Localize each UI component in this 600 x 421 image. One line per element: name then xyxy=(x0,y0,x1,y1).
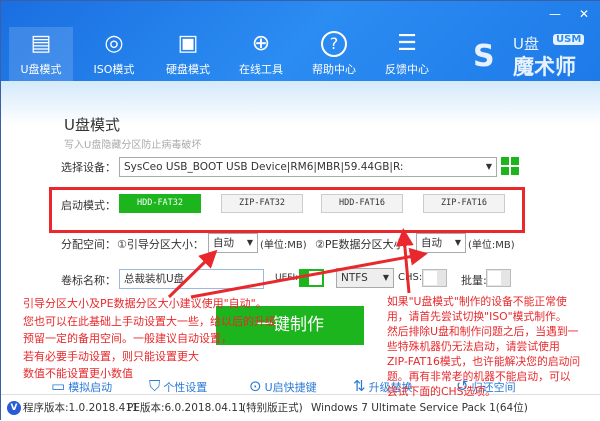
filesystem-select[interactable]: NTFS ▼ xyxy=(336,268,394,288)
note-line: ZIP-FAT16模式，也许能解决您的启动问 xyxy=(387,355,581,368)
help-icon: ? xyxy=(321,31,347,57)
mode-hdd-fat16[interactable]: HDD-FAT16 xyxy=(321,194,403,213)
link-label: U启快捷键 xyxy=(264,381,317,394)
mode-zip-fat16[interactable]: ZIP-FAT16 xyxy=(423,194,505,213)
mode-zip-fat32[interactable]: ZIP-FAT32 xyxy=(221,194,303,213)
chevron-down-icon: ▼ xyxy=(454,238,461,247)
boot-mode-label: 启动模式： xyxy=(61,199,116,212)
chevron-down-icon: ▼ xyxy=(246,238,253,247)
chevron-down-icon: ▼ xyxy=(382,273,389,282)
unit-label: (单位:MB) xyxy=(468,240,515,251)
device-label: 选择设备： xyxy=(61,161,116,174)
note-line: 用，请首先尝试切换"ISO"模式制作。 xyxy=(387,310,567,323)
pe-partition-label: ②PE数据分区大小 xyxy=(315,238,405,251)
hard-disk-icon: ▣ xyxy=(177,31,199,56)
tab-label: 帮助中心 xyxy=(312,63,356,76)
note-line: 尝试下面的CHS选项。 xyxy=(387,385,496,398)
mode-hdd-fat32[interactable]: HDD-FAT32 xyxy=(119,194,201,213)
alloc-label: 分配空间： xyxy=(61,238,116,251)
edition: (特别版正式) xyxy=(242,402,303,414)
chat-icon: ☰ xyxy=(397,31,417,56)
tab-online-tools[interactable]: ⊕ 在线工具 xyxy=(229,27,293,81)
page-title: U盘模式 xyxy=(64,116,120,134)
logo: S U盘 USM 魔术师 xyxy=(473,31,593,79)
tab-u-disk-mode[interactable]: ▤ U盘模式 xyxy=(9,27,73,81)
pe-partition-value: 自动 xyxy=(421,237,442,249)
tab-label: 反馈中心 xyxy=(385,63,429,76)
left-annotation: 引导分区大小及PE数据分区大小建议使用"自动"。 您也可以在此基础上手动设置大一… xyxy=(23,295,293,383)
chs-toggle[interactable] xyxy=(422,269,447,287)
program-version: 程序版本:1.0.2018.411 xyxy=(23,402,139,414)
tab-hard-disk-mode[interactable]: ▣ 硬盘模式 xyxy=(156,27,220,81)
disc-icon: ◎ xyxy=(104,31,124,56)
tab-label: U盘模式 xyxy=(20,63,62,76)
page-subtitle: 写入U盘隐藏分区防止病毒破坏 xyxy=(64,140,202,151)
grid-view-icon[interactable] xyxy=(501,157,519,175)
note-line: 预留一定的备用空间。一般建议自动设置， xyxy=(23,332,232,345)
chevron-down-icon: ▼ xyxy=(485,162,492,171)
tab-iso-mode[interactable]: ◎ ISO模式 xyxy=(82,27,146,81)
device-select[interactable]: SysCeo USB_BOOT USB Device|RM6|MBR|59.44… xyxy=(119,157,497,177)
note-line: 数值不能设置更小数值 xyxy=(23,367,133,380)
note-line: 引导分区大小及PE数据分区大小建议使用"自动"。 xyxy=(23,297,267,310)
volume-label: 卷标名称： xyxy=(61,274,116,287)
volume-name-input[interactable]: 总裁装机U盘 xyxy=(119,269,264,289)
tab-label: 在线工具 xyxy=(239,63,283,76)
tab-feedback-center[interactable]: ☰ 反馈中心 xyxy=(375,27,439,81)
link-label: 模拟启动 xyxy=(68,381,113,394)
up-down-arrows-icon: ⇅ xyxy=(353,377,366,395)
close-button[interactable]: ✕ xyxy=(579,7,589,21)
device-value: SysCeo USB_BOOT USB Device|RM6|MBR|59.44… xyxy=(124,161,404,173)
boot-partition-label: ①引导分区大小： xyxy=(117,238,204,251)
usb-drive-icon: ▤ xyxy=(30,31,52,56)
logo-name: 魔术师 xyxy=(513,55,576,79)
boot-partition-select[interactable]: 自动 ▼ xyxy=(208,233,258,253)
filesystem-value: NTFS xyxy=(341,272,368,284)
pe-partition-select[interactable]: 自动 ▼ xyxy=(416,233,466,253)
tab-help-center[interactable]: ? 帮助中心 xyxy=(302,27,366,81)
tab-label: 硬盘模式 xyxy=(166,63,210,76)
globe-icon: ⊕ xyxy=(251,31,271,56)
batch-label: 批量: xyxy=(461,274,487,287)
logo-icon: S xyxy=(473,39,495,74)
chs-label: CHS: xyxy=(398,272,423,283)
unit-label: (单位:MB) xyxy=(260,240,307,251)
header: — ✕ ▤ U盘模式 ◎ ISO模式 ▣ 硬盘模式 ⊕ 在线工具 ? 帮助中心 ☰ 反馈中心… xyxy=(1,1,600,81)
logo-badge: USM xyxy=(553,34,585,45)
note-line: 若有必要手动设置，则只能设置更大 xyxy=(23,349,199,363)
batch-toggle[interactable] xyxy=(486,269,511,287)
note-line: 些特殊机器仍无法启动，请尝试使用 xyxy=(387,340,560,353)
note-line: 您也可以在此基础上手动设置大一些，给以后的升级 xyxy=(23,314,276,328)
minimize-button[interactable]: — xyxy=(549,7,561,21)
note-line: 题。再有非常老的机器不能启动，可以 xyxy=(387,370,571,383)
right-annotation: 如果"U盘模式"制作的设备不能正常使 用，请首先尝试切换"ISO"模式制作。 然… xyxy=(387,294,600,399)
boot-partition-value: 自动 xyxy=(213,237,234,249)
uefi-toggle[interactable] xyxy=(299,269,324,287)
note-line: 如果"U盘模式"制作的设备不能正常使 xyxy=(387,295,567,308)
pe-version: PE版本:6.0.2018.04.11 xyxy=(127,402,245,414)
link-label: 个性设置 xyxy=(163,381,208,394)
tab-label: ISO模式 xyxy=(93,63,135,76)
version-badge-icon: V xyxy=(7,401,21,415)
uefi-label: UEFI: xyxy=(275,273,299,283)
note-line: 然后排除U盘和制作问题之后，当遇到一 xyxy=(387,325,579,338)
